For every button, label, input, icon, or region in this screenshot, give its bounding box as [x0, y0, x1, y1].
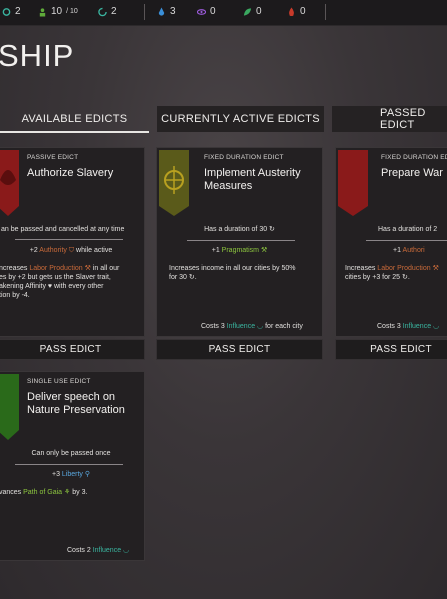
divider [366, 240, 447, 241]
resource-eye: 0 [197, 6, 216, 17]
tab-passed-edicts[interactable]: PASSED EDICT [332, 106, 447, 132]
green-banner-icon [0, 374, 19, 440]
divider [15, 464, 123, 465]
labor-icon: ⚒ [430, 265, 439, 272]
leaf-green-icon [243, 7, 252, 16]
edict-condition: an be passed and cancelled at any time [1, 226, 125, 233]
edict-card-prepare-war[interactable]: FIXED DURATION EDICT Prepare War I Has a… [335, 147, 447, 337]
pass-edict-button[interactable]: PASS EDICT [0, 339, 145, 360]
resource-leaf: 0 [243, 6, 262, 17]
edict-condition: Has a duration of 30 ↻ [204, 226, 275, 233]
edict-name: Prepare War I [381, 167, 447, 179]
edict-card-authorize-slavery[interactable]: PASSIVE EDICT Authorize Slavery an be pa… [0, 147, 145, 337]
edict-type: FIXED DURATION EDICT [204, 154, 284, 161]
divider [15, 239, 123, 240]
influence-icon: ◡ [255, 323, 264, 330]
turn-icon: ↻ [400, 274, 408, 281]
pass-edict-button[interactable]: PASS EDICT [156, 339, 323, 360]
turn-icon: ↻ [267, 226, 275, 233]
resource-flame: 0 [287, 6, 306, 17]
influence-icon: ◡ [121, 547, 130, 554]
red-banner-icon [338, 150, 368, 216]
edict-condition: Can only be passed once [31, 450, 111, 457]
page-title: SHIP [0, 38, 75, 73]
turn-icon: ↻ [186, 274, 195, 281]
edict-description: ncreases Labor Production ⚒ in all our e… [0, 265, 120, 299]
edict-cost: Costs 3 Influence ◡ for each city [201, 323, 303, 330]
tab-currently-active-edicts[interactable]: CURRENTLY ACTIVE EDICTS [157, 106, 324, 132]
edict-cost: Costs 2 Influence ◡ [67, 547, 130, 554]
edict-description: vances Path of Gaia ⚘ by 3. [0, 489, 88, 496]
divider [187, 240, 295, 241]
edict-name: Implement Austerity Measures [204, 167, 301, 192]
liberty-icon: ⚲ [82, 471, 91, 478]
edict-bonus: +2 Authority ⛉ while active [29, 247, 113, 254]
edict-type: PASSIVE EDICT [27, 154, 79, 161]
swirl-teal-icon [98, 7, 107, 16]
edict-name: Deliver speech on Nature Preservation [27, 391, 125, 416]
sun-banner-icon [159, 150, 189, 216]
resource-swirl: 2 [98, 6, 117, 17]
labor-icon: ⚒ [82, 265, 91, 272]
resource-spiral: 2 [2, 6, 21, 17]
tab-available-edicts[interactable]: AVAILABLE EDICTS [0, 106, 149, 133]
edict-description: Increases income in all our cities by 50… [169, 265, 296, 281]
flame-red-icon [289, 7, 294, 16]
divider [144, 4, 145, 20]
edict-description: Increases Labor Production ⚒ cities by +… [345, 265, 439, 281]
people-green-icon [39, 7, 46, 16]
eye-purple-icon [197, 8, 206, 15]
edict-card-austerity-measures[interactable]: FIXED DURATION EDICT Implement Austerity… [156, 147, 323, 337]
divider [325, 4, 326, 20]
edict-type: SINGLE USE EDICT [27, 378, 91, 385]
resource-population: 10 / 10 [38, 6, 78, 17]
spiral-teal-icon [2, 7, 11, 16]
edict-card-nature-preservation[interactable]: SINGLE USE EDICT Deliver speech on Natur… [0, 371, 145, 561]
edict-bonus: +1 Pragmatism ⚒ [211, 247, 268, 254]
edict-type: FIXED DURATION EDICT [381, 154, 447, 161]
influence-icon: ◡ [431, 323, 440, 330]
edict-bonus: +1 Authori [393, 247, 425, 254]
resource-bar: 2 10 / 10 2 3 0 0 0 [0, 0, 447, 26]
pass-edict-button[interactable]: PASS EDICT [335, 339, 447, 360]
resource-water: 3 [157, 6, 176, 17]
pragmatism-icon: ⚒ [259, 247, 268, 254]
drop-blue-icon [158, 7, 165, 16]
edict-condition: Has a duration of 2 [378, 226, 438, 233]
edict-name: Authorize Slavery [27, 167, 114, 179]
edict-cost: Costs 3 Influence ◡ [377, 323, 440, 330]
edict-bonus: +3 Liberty ⚲ [51, 471, 91, 478]
red-banner-icon [0, 150, 19, 216]
